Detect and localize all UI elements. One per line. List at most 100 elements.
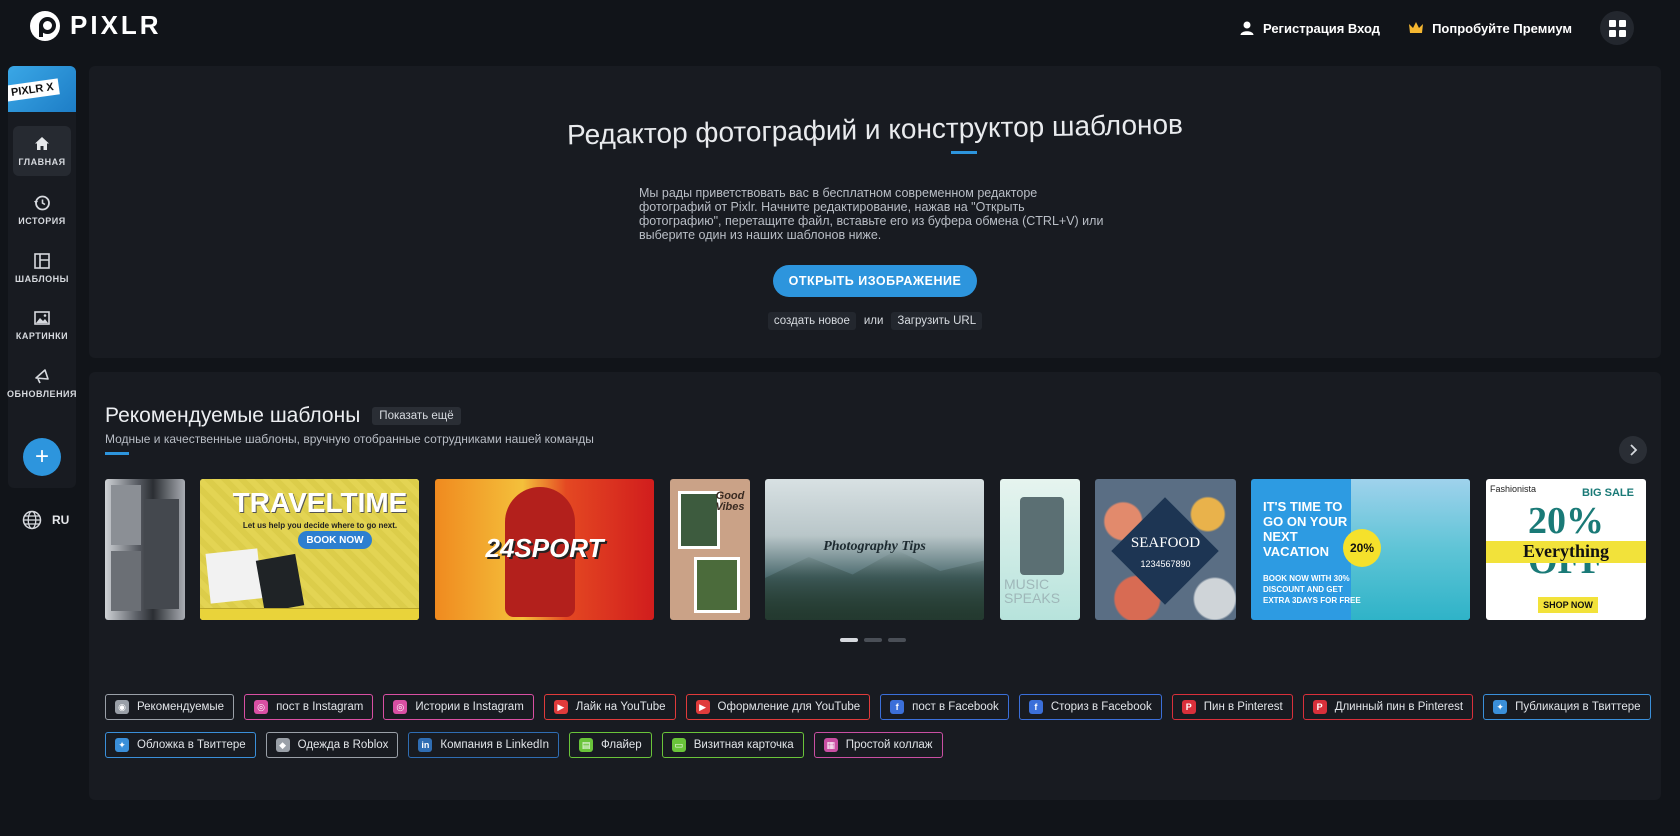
pixlr-logo[interactable]: PIXLR <box>30 10 162 41</box>
logo-text: PIXLR <box>70 10 162 40</box>
collage-photo <box>111 551 141 611</box>
card-tag: BIG SALE <box>1582 487 1634 499</box>
category-tag[interactable]: f Сториз в Facebook <box>1018 694 1162 720</box>
hero-section: Редактор фотографий и конструктор шаблон… <box>89 66 1661 358</box>
card-footer <box>200 608 419 620</box>
sidebar-item-history[interactable]: ИСТОРИЯ <box>13 185 71 235</box>
card-subtitle: 1234567890 <box>1140 559 1191 569</box>
template-card-photography-tips[interactable]: Photography Tips <box>765 479 984 620</box>
image-icon <box>33 309 51 327</box>
category-tag[interactable]: in Компания в LinkedIn <box>408 732 560 758</box>
section-underline <box>105 452 129 455</box>
globe-icon <box>22 510 42 530</box>
card-title: MUSIC SPEAKS <box>1004 576 1061 606</box>
pager-dot[interactable] <box>864 638 882 642</box>
crown-icon <box>1409 22 1424 33</box>
card-title: 24SPORT <box>485 533 604 563</box>
youtube-icon: ▶ <box>553 700 568 714</box>
twitter-icon: ✦ <box>1493 700 1508 714</box>
page-title: Редактор фотографий и конструктор шаблон… <box>566 108 1184 151</box>
show-more-button[interactable]: Показать ещё <box>372 407 461 425</box>
login-register-link[interactable]: Регистрация Вход <box>1239 20 1380 36</box>
home-icon <box>33 135 51 153</box>
category-tag[interactable]: P Длинный пин в Pinterest <box>1302 694 1474 720</box>
collage-photo <box>145 499 179 609</box>
template-card-collage[interactable] <box>105 479 185 620</box>
category-tag[interactable]: ▶ Лайк на YouTube <box>543 694 676 720</box>
category-tags-row-1: ◉ Рекомендуемые ◎ пост в Instagram ◎ Истории … <box>105 694 1651 720</box>
category-tag[interactable]: ◉ Рекомендуемые <box>105 694 235 720</box>
try-premium-link[interactable]: Попробуйте Премиум <box>1408 21 1572 36</box>
category-tag-label: Флайер <box>601 739 642 751</box>
template-card-music-speaks[interactable]: MUSIC SPEAKS <box>1000 479 1080 620</box>
category-tag-label: Компания в LinkedIn <box>440 739 550 751</box>
category-tag[interactable]: ▦ Простой коллаж <box>813 732 943 758</box>
language-label: RU <box>52 513 70 527</box>
category-tag[interactable]: ✦ Публикация в Твиттере <box>1483 694 1651 720</box>
sidebar-item-updates[interactable]: ОБНОВЛЕНИЯ <box>7 358 77 408</box>
template-card-good-vibes[interactable]: Good Vibes <box>670 479 750 620</box>
category-tag[interactable]: f пост в Facebook <box>880 694 1009 720</box>
sidebar-item-templates[interactable]: ШАБЛОНЫ <box>13 243 71 293</box>
category-tag[interactable]: ▤ Флайер <box>569 732 652 758</box>
apps-grid-icon-part <box>1608 29 1616 37</box>
template-card-vacation[interactable]: IT'S TIME TO GO ON YOUR NEXT VACATION 20… <box>1251 479 1470 620</box>
template-card-sport[interactable]: 24SPORT <box>435 479 654 620</box>
template-card-seafood[interactable]: SEAFOOD 1234567890 <box>1095 479 1236 620</box>
card-cta: BOOK NOW <box>298 531 372 549</box>
section-subtitle: Модные и качественные шаблоны, вручную о… <box>105 432 594 446</box>
card-badge: 20% <box>1343 529 1381 567</box>
language-selector[interactable]: RU <box>22 510 69 530</box>
open-image-button[interactable]: ОТКРЫТЬ ИЗОБРАЖЕНИЕ <box>773 265 977 297</box>
card-subtitle: Everything <box>1522 541 1609 561</box>
category-tag[interactable]: ✦ Обложка в Твиттере <box>105 732 256 758</box>
category-tag-label: Обложка в Твиттере <box>137 739 246 751</box>
category-tag[interactable]: ◆ Одежда в Roblox <box>265 732 399 758</box>
category-tag[interactable]: ◎ пост в Instagram <box>244 694 374 720</box>
flyer-icon: ▤ <box>579 738 594 752</box>
pixlr-x-promo[interactable]: PIXLR X <box>8 66 76 112</box>
roblox-icon: ◆ <box>275 738 290 752</box>
sidebar-item-label: ГЛАВНАЯ <box>18 157 66 167</box>
category-tag[interactable]: ◎ Истории в Instagram <box>383 694 534 720</box>
category-tag-label: Лайк на YouTube <box>575 701 666 713</box>
add-button[interactable]: + <box>23 438 61 476</box>
category-tag-label: пост в Facebook <box>912 701 999 713</box>
instagram-icon: ◎ <box>254 700 269 714</box>
linkedin-icon: in <box>418 738 433 752</box>
sidebar-item-home[interactable]: ГЛАВНАЯ <box>13 126 71 176</box>
category-tag[interactable]: ▶ Оформление для YouTube <box>685 694 871 720</box>
sidebar-item-label: ОБНОВЛЕНИЯ <box>7 389 77 399</box>
category-tag-label: Пин в Pinterest <box>1203 701 1283 713</box>
apps-grid-button[interactable] <box>1600 11 1634 45</box>
carousel-next-button[interactable] <box>1619 436 1647 464</box>
card-title: TRAVELTIME <box>232 487 408 518</box>
login-register-label: Регистрация Вход <box>1262 20 1381 36</box>
sidebar-item-images[interactable]: КАРТИНКИ <box>13 300 71 350</box>
category-tag[interactable]: P Пин в Pinterest <box>1171 694 1293 720</box>
pager-dot[interactable] <box>888 638 906 642</box>
featured-templates-section: Рекомендуемые шаблоны Показать ещё Модны… <box>89 372 1661 800</box>
card-title: Photography Tips <box>823 539 926 554</box>
create-new-link[interactable]: создать новое <box>767 312 856 330</box>
template-card-traveltime[interactable]: TRAVELTIME Let us help you decide where … <box>200 479 419 620</box>
facebook-icon: f <box>890 700 905 714</box>
category-tag[interactable]: ▭ Визитная карточка <box>661 732 804 758</box>
eye-icon: ◉ <box>115 700 129 714</box>
category-tag-label: Сториз в Facebook <box>1050 701 1152 713</box>
apps-grid-icon <box>1608 19 1616 27</box>
category-tag-label: Простой коллаж <box>845 739 933 751</box>
or-label: или <box>863 315 884 327</box>
template-card-big-sale[interactable]: Fashionista BIG SALE 20% OFF Everything … <box>1486 479 1646 620</box>
pager-dot[interactable] <box>840 638 858 642</box>
collage-icon: ▦ <box>823 738 838 752</box>
sidebar-item-label: ШАБЛОНЫ <box>15 274 69 284</box>
sidebar-item-label: КАРТИНКИ <box>15 331 69 341</box>
load-url-link[interactable]: Загрузить URL <box>891 312 983 330</box>
section-title: Рекомендуемые шаблоны <box>105 404 361 427</box>
pixlr-logo-icon <box>30 10 60 41</box>
card-title: Good Vibes <box>715 490 745 513</box>
twitter-icon: ✦ <box>115 738 129 752</box>
category-tag-label: Длинный пин в Pinterest <box>1334 701 1464 713</box>
hero-description: Мы рады приветствовать вас в бесплатном … <box>639 186 1104 242</box>
